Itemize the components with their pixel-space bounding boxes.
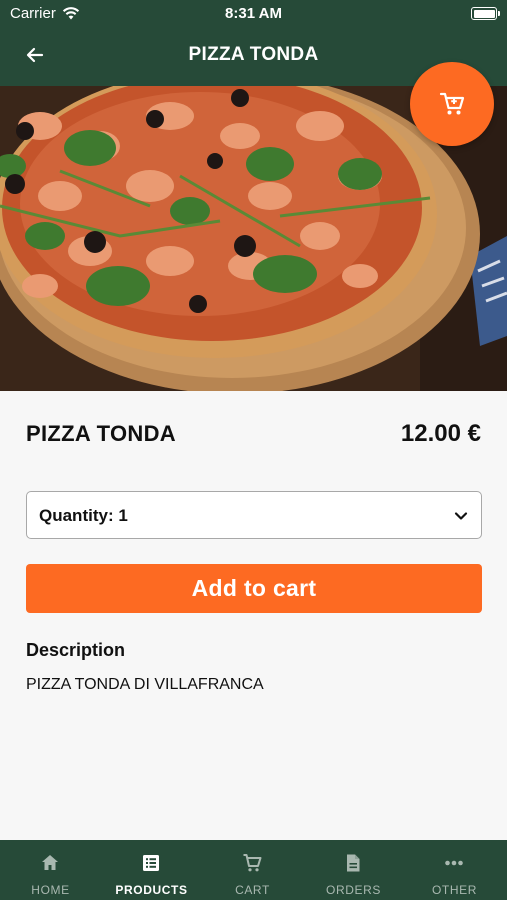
cart-fab-button[interactable] bbox=[410, 62, 494, 146]
tab-label: OTHER bbox=[432, 883, 477, 897]
battery-icon bbox=[471, 7, 500, 20]
tab-orders[interactable]: ORDERS bbox=[303, 840, 404, 900]
description-text: PIZZA TONDA DI VILLAFRANCA bbox=[26, 676, 264, 693]
tab-cart[interactable]: CART bbox=[202, 840, 303, 900]
status-time: 8:31 AM bbox=[225, 5, 282, 22]
list-icon bbox=[143, 855, 159, 871]
bottom-tab-bar: HOME PRODUCTS CART ORDERS OTHER bbox=[0, 840, 507, 900]
quantity-label: Quantity: 1 bbox=[39, 506, 128, 525]
tab-label: PRODUCTS bbox=[115, 883, 188, 897]
home-icon bbox=[42, 855, 58, 870]
add-to-cart-button[interactable]: Add to cart bbox=[26, 564, 482, 613]
quantity-select[interactable]: Quantity: 1 bbox=[26, 491, 482, 539]
cart-icon bbox=[439, 92, 465, 115]
tab-label: ORDERS bbox=[326, 883, 381, 897]
tab-label: CART bbox=[235, 883, 270, 897]
page-title: PIZZA TONDA bbox=[188, 44, 319, 65]
description-title: Description bbox=[26, 640, 126, 660]
tab-label: HOME bbox=[31, 883, 70, 897]
product-price: 12.00 € bbox=[400, 420, 481, 447]
product-name: PIZZA TONDA bbox=[26, 421, 176, 446]
more-icon bbox=[445, 860, 463, 866]
tab-products[interactable]: PRODUCTS bbox=[101, 840, 202, 900]
status-bar: Carrier 8:31 AM bbox=[0, 0, 507, 28]
product-details: PIZZA TONDA 12.00 € Quantity: 1 Add to c… bbox=[0, 391, 507, 841]
cart-icon bbox=[243, 854, 262, 872]
tab-home[interactable]: HOME bbox=[0, 840, 101, 900]
chevron-down-icon bbox=[454, 512, 468, 520]
document-icon bbox=[347, 854, 360, 872]
tab-other[interactable]: OTHER bbox=[404, 840, 505, 900]
